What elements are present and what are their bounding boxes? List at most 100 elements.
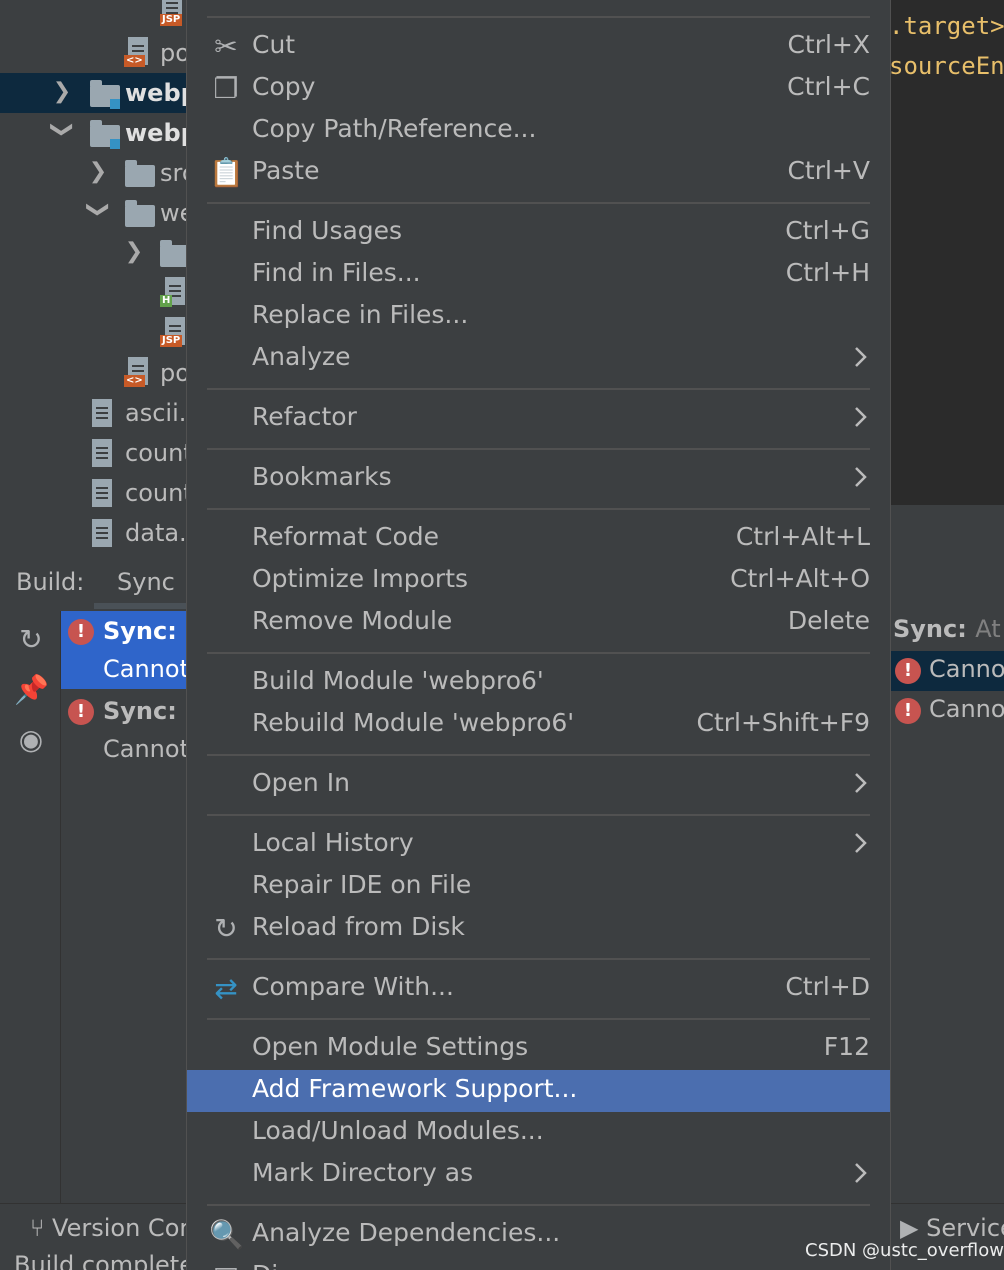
menu-item-open-in[interactable]: Open In [187, 764, 890, 806]
menu-separator [207, 754, 870, 756]
menu-item-analyze[interactable]: Analyze [187, 338, 890, 380]
code-editor[interactable]: .target>2 sourceEnc [889, 0, 1004, 505]
tree-item-html[interactable]: H [0, 273, 186, 313]
chevron-down-icon[interactable]: ❯ [86, 200, 111, 220]
build-label: Build: [16, 568, 85, 596]
chevron-down-icon[interactable]: ❯ [50, 120, 75, 140]
tree-item-label: webp [125, 79, 186, 107]
menu-item-label: Refactor [252, 402, 357, 431]
menu-item-local-history[interactable]: Local History [187, 824, 890, 866]
tree-item-label: ascii.t [125, 399, 186, 427]
tree-item-text-file[interactable]: data.t [0, 513, 186, 553]
build-tree-row-selected[interactable]: ! Sync: Cannot [61, 611, 189, 689]
menu-item-shortcut: Ctrl+Alt+L [735, 522, 870, 551]
services-tab[interactable]: ▶ Service [900, 1214, 1004, 1242]
menu-item-optimize-imports[interactable]: Optimize Imports Ctrl+Alt+O [187, 560, 890, 602]
menu-item-copy-path[interactable]: Copy Path/Reference... [187, 110, 890, 152]
jsp-badge: JSP [160, 14, 183, 26]
menu-item-label: Compare With... [252, 972, 454, 1001]
menu-item-label: Remove Module [252, 606, 453, 635]
watermark: CSDN @ustc_overflow [805, 1240, 1004, 1261]
menu-item-copy[interactable]: ❐ Copy Ctrl+C [187, 68, 890, 110]
tree-item-module[interactable]: ❯ webp [0, 113, 186, 153]
menu-item-remove-module[interactable]: Remove Module Delete [187, 602, 890, 644]
tree-item-pom[interactable]: <> po [0, 33, 186, 73]
menu-item-mark-directory-as[interactable]: Mark Directory as [187, 1154, 890, 1196]
menu-item-shortcut: Ctrl+V [787, 156, 870, 185]
menu-item-label: Reload from Disk [252, 912, 465, 941]
tree-item-web[interactable]: ❯ we [0, 193, 186, 233]
tree-item-text-file[interactable]: count [0, 473, 186, 513]
tree-item[interactable]: JSP [0, 0, 186, 28]
submenu-arrow-icon [855, 773, 867, 793]
menu-item-analyze-dependencies[interactable]: 🔍 Analyze Dependencies... [187, 1214, 890, 1256]
menu-item-partial[interactable]: ▤ Di [187, 1256, 890, 1270]
menu-item-reformat-code[interactable]: Reformat Code Ctrl+Alt+L [187, 518, 890, 560]
copy-icon: ❐ [213, 72, 239, 105]
eye-icon[interactable]: ◉ [14, 723, 48, 757]
chevron-right-icon[interactable]: ❯ [88, 159, 108, 184]
menu-item-find-usages[interactable]: Find Usages Ctrl+G [187, 212, 890, 254]
build-tree-row[interactable]: ! Sync: Cannot [61, 691, 189, 769]
jsp-badge: JSP [160, 335, 183, 347]
chevron-right-icon[interactable]: ❯ [52, 79, 72, 104]
build-output-row-selected[interactable]: ! Canno [889, 651, 1004, 691]
version-control-label: Version Cor [52, 1214, 190, 1242]
menu-item-paste[interactable]: 📋 Paste Ctrl+V [187, 152, 890, 194]
pin-icon[interactable]: 📌 [14, 673, 49, 707]
error-icon: ! [895, 658, 921, 684]
tree-item-src[interactable]: ❯ src [0, 153, 186, 193]
build-toolbar: ↻ 📌 ◉ [0, 611, 61, 1203]
text-file-icon [92, 439, 112, 467]
menu-item-repair-ide[interactable]: Repair IDE on File [187, 866, 890, 908]
menu-item-refactor[interactable]: Refactor [187, 398, 890, 440]
menu-item-load-unload-modules[interactable]: Load/Unload Modules... [187, 1112, 890, 1154]
menu-item-label: Bookmarks [252, 462, 392, 491]
menu-item-compare-with[interactable]: ⇄ Compare With... Ctrl+D [187, 968, 890, 1010]
build-output-row[interactable]: ! Canno [889, 691, 1004, 731]
version-control-tab[interactable]: ⑂ Version Cor [30, 1214, 189, 1242]
menu-item-label: Optimize Imports [252, 564, 469, 593]
web-folder-icon [125, 200, 155, 227]
menu-item-label: Paste [252, 156, 320, 185]
tree-item-pom[interactable]: <> po [0, 353, 186, 393]
editor-bottom-gap [889, 505, 1004, 553]
tree-item-label: count [125, 439, 186, 467]
menu-item-shortcut: Ctrl+Alt+O [730, 564, 870, 593]
folder-icon [160, 240, 186, 267]
menu-item-reload-from-disk[interactable]: ↻ Reload from Disk [187, 908, 890, 950]
diagram-icon: ▤ [209, 1260, 243, 1270]
menu-item-build-module[interactable]: Build Module 'webpro6' [187, 662, 890, 704]
chevron-right-icon[interactable]: ❯ [124, 239, 144, 264]
error-icon: ! [895, 698, 921, 724]
tab-sync[interactable]: Sync [117, 568, 175, 596]
status-text: Build complete [14, 1251, 194, 1270]
module-marker-icon [110, 139, 120, 149]
module-marker-icon [110, 99, 120, 109]
tree-item-label: src [160, 159, 186, 187]
submenu-arrow-icon [855, 1163, 867, 1183]
build-output-title: Sync: At 2 [893, 615, 1004, 643]
tree-item-module-selected[interactable]: ❯ webp [0, 73, 186, 113]
build-output-title-bold: Sync: [893, 615, 967, 643]
menu-item-open-module-settings[interactable]: Open Module Settings F12 [187, 1028, 890, 1070]
menu-item-label: Analyze Dependencies... [252, 1218, 561, 1247]
tree-item-text-file[interactable]: count [0, 433, 186, 473]
tree-item-subfolder[interactable]: ❯ [0, 233, 186, 273]
menu-item-cut[interactable]: ✂ Cut Ctrl+X [187, 26, 890, 68]
menu-item-label: Mark Directory as [252, 1158, 474, 1187]
menu-item-bookmarks[interactable]: Bookmarks [187, 458, 890, 500]
menu-item-shortcut: F12 [823, 1032, 870, 1061]
tree-item-text-file[interactable]: ascii.t [0, 393, 186, 433]
html-badge: H [160, 295, 173, 307]
tree-item-label: we [160, 199, 186, 227]
menu-item-add-framework-support[interactable]: Add Framework Support... [187, 1070, 890, 1112]
menu-item-find-in-files[interactable]: Find in Files... Ctrl+H [187, 254, 890, 296]
menu-item-rebuild-module[interactable]: Rebuild Module 'webpro6' Ctrl+Shift+F9 [187, 704, 890, 746]
tree-item-jsp[interactable]: JSP [0, 313, 186, 353]
sync-icon[interactable]: ↻ [14, 623, 48, 657]
error-icon: ! [68, 699, 94, 725]
menu-item-replace-in-files[interactable]: Replace in Files... [187, 296, 890, 338]
menu-item-shortcut: Ctrl+Shift+F9 [696, 708, 871, 737]
submenu-arrow-icon [855, 407, 867, 427]
